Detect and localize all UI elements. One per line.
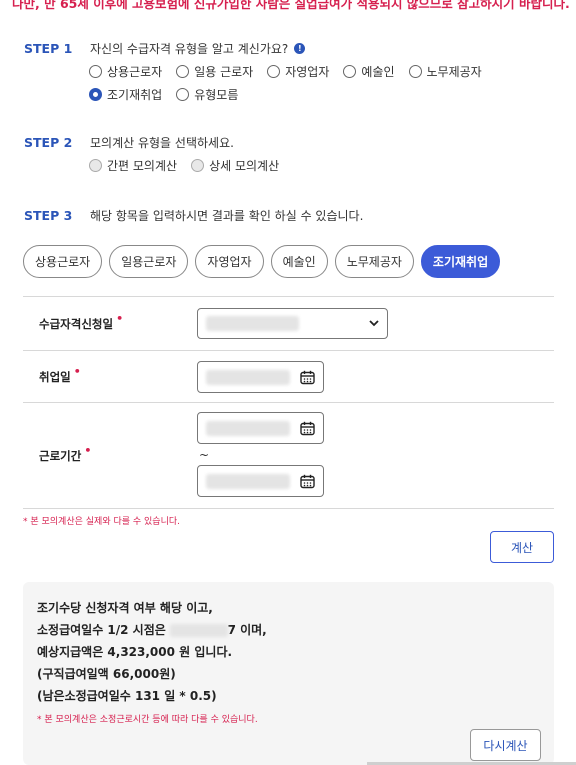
radio-label: 조기재취업 <box>107 88 163 102</box>
required-mark: • <box>116 312 124 325</box>
radio-simple-calc[interactable]: 간편 모의계산 <box>89 157 177 174</box>
tab-artist[interactable]: 예술인 <box>270 245 328 278</box>
radio-label: 유형모름 <box>194 88 239 102</box>
apply-date-select[interactable]: 0000-00-00 날짜값 <box>197 308 388 339</box>
form-value-cell: 0000-00-00 날짜 ~ 0000-00-00 날짜 <box>183 403 554 508</box>
radio-label: 간편 모의계산 <box>107 159 178 173</box>
radio-dot[interactable] <box>267 65 281 78</box>
input-form-table: 수급자격신청일 • 0000-00-00 날짜값 취업일 • 0000-00-0… <box>23 296 554 509</box>
radio-daily-worker[interactable]: 일용 근로자 <box>176 63 253 80</box>
radio-label: 상세 모의계산 <box>209 159 280 173</box>
step1-question-wrap: 자신의 수급자격 유형을 알고 계신가요? ! <box>90 40 306 57</box>
radio-self-employed[interactable]: 자영업자 <box>267 63 329 80</box>
step1-label: STEP 1 <box>24 41 73 56</box>
radio-dot[interactable] <box>408 65 422 78</box>
masked-value: 0000000 <box>170 624 228 637</box>
employ-date-label: 취업일 <box>39 369 71 384</box>
radio-artist[interactable]: 예술인 <box>343 63 395 80</box>
radio-dot-checked[interactable] <box>89 88 102 101</box>
info-icon[interactable]: ! <box>294 43 306 54</box>
chevron-down-icon <box>369 317 379 330</box>
calendar-icon[interactable] <box>300 370 315 385</box>
type-tabs: 상용근로자 일용근로자 자영업자 예술인 노무제공자 조기재취업 <box>23 245 501 278</box>
tab-daily-worker[interactable]: 일용근로자 <box>109 245 189 278</box>
radio-label: 노무제공자 <box>426 65 482 79</box>
form-value-cell: 0000-00-00 날짜 <box>183 351 554 402</box>
step1-options-line2: 조기재취업 유형모름 <box>89 86 238 103</box>
radio-regular-worker[interactable]: 상용근로자 <box>89 63 162 80</box>
result-expected-amount: 예상지급액은 4,323,000 원 입니다. <box>37 645 233 659</box>
step2-question: 모의계산 유형을 선택하세요. <box>90 136 234 150</box>
result-half-point: 소정급여일수 1/2 시점은 00000007 이며, <box>37 621 267 638</box>
step2-options: 간편 모의계산 상세 모의계산 <box>89 157 279 174</box>
period-separator: ~ <box>199 448 210 462</box>
step3-label: STEP 3 <box>24 208 73 223</box>
employ-date-input[interactable]: 0000-00-00 날짜 <box>197 361 324 393</box>
result-panel: 조기수당 신청자격 여부 해당 이고, 소정급여일수 1/2 시점은 00000… <box>23 582 554 765</box>
radio-labor-provider[interactable]: 노무제공자 <box>408 63 482 80</box>
radio-dot[interactable] <box>89 65 102 78</box>
required-mark: • <box>73 365 81 378</box>
work-end-date-input[interactable]: 0000-00-00 날짜 <box>197 465 324 497</box>
masked-value: 0000-00-00 날짜 <box>206 473 290 489</box>
calculate-button[interactable]: 계산 <box>490 531 554 563</box>
recalculate-button[interactable]: 다시계산 <box>470 729 541 761</box>
radio-detailed-calc[interactable]: 상세 모의계산 <box>191 157 279 174</box>
result-daily-benefit: (구직급여일액 66,000원) <box>37 667 176 681</box>
radio-dot[interactable] <box>343 65 357 78</box>
step1-options-line1: 상용근로자 일용 근로자 자영업자 예술인 노무제공자 <box>89 63 482 80</box>
radio-dot[interactable] <box>176 88 190 101</box>
radio-label: 일용 근로자 <box>194 65 254 79</box>
result-half-point-prefix: 소정급여일수 1/2 시점은 <box>37 623 166 637</box>
radio-early-reemployment[interactable]: 조기재취업 <box>89 86 162 103</box>
required-mark: • <box>84 444 92 457</box>
step3-question: 해당 항목을 입력하시면 결과를 확인 하실 수 있습니다. <box>90 209 364 223</box>
form-row-apply-date: 수급자격신청일 • 0000-00-00 날짜값 <box>23 297 554 351</box>
form-label-cell: 근로기간 • <box>23 403 183 508</box>
top-notice: 다만, 만 65세 이후에 고용보험에 신규가입한 사람은 실업급여가 적용되지… <box>12 0 570 11</box>
form-label-cell: 취업일 • <box>23 351 183 402</box>
calendar-icon[interactable] <box>300 421 315 436</box>
work-start-date-input[interactable]: 0000-00-00 날짜 <box>197 412 324 444</box>
tab-labor-provider[interactable]: 노무제공자 <box>334 245 414 278</box>
masked-value: 0000-00-00 날짜 <box>206 369 290 385</box>
radio-label: 예술인 <box>361 65 395 79</box>
result-disclaimer: * 본 모의계산은 소정근로시간 등에 따라 다를 수 있습니다. <box>37 715 258 725</box>
form-row-employ-date: 취업일 • 0000-00-00 날짜 <box>23 351 554 403</box>
form-value-cell: 0000-00-00 날짜값 <box>183 297 554 350</box>
tab-self-employed[interactable]: 자영업자 <box>195 245 264 278</box>
form-label-cell: 수급자격신청일 • <box>23 297 183 350</box>
radio-dot-disabled[interactable] <box>191 159 205 172</box>
apply-date-label: 수급자격신청일 <box>39 316 114 331</box>
radio-dot[interactable] <box>176 65 190 78</box>
radio-label: 상용근로자 <box>107 65 163 79</box>
step2-row: STEP 2 모의계산 유형을 선택하세요. <box>24 134 234 151</box>
step2-label: STEP 2 <box>24 135 73 150</box>
radio-type-unknown[interactable]: 유형모름 <box>176 86 238 103</box>
result-half-point-suffix: 7 이며, <box>227 623 267 637</box>
step3-row: STEP 3 해당 항목을 입력하시면 결과를 확인 하실 수 있습니다. <box>24 207 363 224</box>
masked-value: 0000-00-00 날짜값 <box>206 316 299 331</box>
work-period-label: 근로기간 <box>39 448 82 463</box>
step1-question: 자신의 수급자격 유형을 알고 계신가요? <box>90 42 289 56</box>
radio-dot-disabled[interactable] <box>89 159 102 172</box>
simulation-disclaimer: * 본 모의계산은 실제와 다를 수 있습니다. <box>23 517 181 527</box>
radio-label: 자영업자 <box>285 65 330 79</box>
step1-row: STEP 1 자신의 수급자격 유형을 알고 계신가요? ! <box>24 40 306 57</box>
form-row-work-period: 근로기간 • 0000-00-00 날짜 ~ 0000-00-00 날짜 <box>23 403 554 509</box>
masked-value: 0000-00-00 날짜 <box>206 420 290 436</box>
result-eligibility: 조기수당 신청자격 여부 해당 이고, <box>37 601 213 615</box>
tab-regular-worker[interactable]: 상용근로자 <box>23 245 103 278</box>
result-remaining-days: (남은소정급여일수 131 일 * 0.5) <box>37 689 217 703</box>
tab-early-reemployment[interactable]: 조기재취업 <box>420 245 501 278</box>
calendar-icon[interactable] <box>300 474 315 489</box>
